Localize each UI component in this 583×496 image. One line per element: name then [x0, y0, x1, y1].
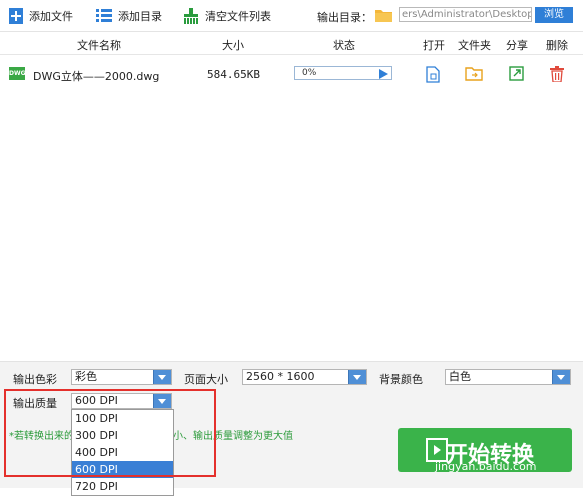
column-header-delete: 删除: [546, 39, 568, 52]
page-size-select[interactable]: 2560 * 1600: [242, 369, 367, 385]
folder-icon[interactable]: [375, 8, 392, 22]
clear-list-label: 清空文件列表: [205, 10, 271, 23]
file-name: DWG立体——2000.dwg: [33, 70, 160, 83]
output-dir-label: 输出目录：: [317, 11, 372, 24]
toolbar: 添加文件 添加目录 清空文件列表 输出目录： ers\Administrator…: [0, 0, 583, 32]
column-header-status: 状态: [333, 39, 355, 52]
delete-icon[interactable]: [550, 66, 564, 82]
chevron-down-icon: [348, 370, 366, 384]
browse-button[interactable]: 浏览: [535, 7, 573, 23]
bg-color-select[interactable]: 白色: [445, 369, 571, 385]
clear-list-button[interactable]: 清空文件列表: [183, 6, 271, 26]
add-file-label: 添加文件: [29, 10, 73, 23]
column-header-open: 打开: [423, 39, 445, 52]
chevron-down-icon: [153, 370, 171, 384]
output-dir-input[interactable]: ers\Administrator\Desktop: [399, 7, 532, 22]
add-file-button[interactable]: 添加文件: [9, 6, 73, 26]
dwg-file-icon: DWG: [9, 67, 26, 80]
add-dir-label: 添加目录: [118, 10, 162, 23]
progress-bar: 0%: [294, 66, 392, 80]
share-icon[interactable]: [509, 66, 524, 81]
list-icon: [96, 9, 112, 22]
broom-icon: [184, 8, 198, 24]
progress-text: 0%: [302, 68, 317, 78]
folder-open-icon[interactable]: [465, 66, 483, 81]
open-file-icon[interactable]: [426, 66, 440, 83]
column-header-folder: 文件夹: [458, 39, 491, 52]
column-header-share: 分享: [506, 39, 528, 52]
column-header-size: 大小: [222, 39, 244, 52]
highlight-box: [4, 389, 216, 477]
color-select[interactable]: 彩色: [71, 369, 172, 385]
play-icon[interactable]: [379, 69, 388, 79]
bg-color-select-value: 白色: [449, 370, 471, 383]
file-size: 584.65KB: [207, 68, 260, 81]
color-label: 输出色彩: [13, 373, 57, 386]
color-select-value: 彩色: [75, 370, 97, 383]
add-dir-button[interactable]: 添加目录: [96, 6, 162, 26]
chevron-down-icon: [552, 370, 570, 384]
watermark-text: jingyan.baidu.com: [435, 460, 537, 473]
table-header: 文件名称 大小 状态 打开 文件夹 分享 删除: [0, 32, 583, 55]
page-size-select-value: 2560 * 1600: [246, 370, 315, 383]
page-size-label: 页面大小: [184, 373, 228, 386]
add-file-icon: [9, 8, 23, 24]
table-row[interactable]: DWG DWG立体——2000.dwg 584.65KB 0%: [0, 58, 583, 88]
bg-color-label: 背景颜色: [379, 373, 423, 386]
start-icon: [426, 438, 448, 462]
column-header-name: 文件名称: [77, 39, 121, 52]
